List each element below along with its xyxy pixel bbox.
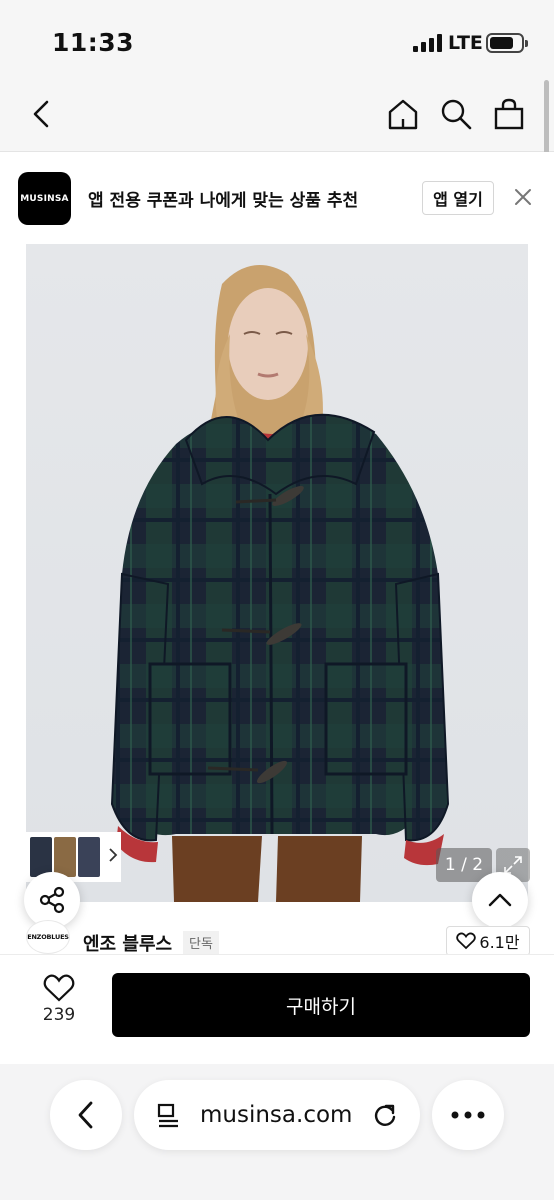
app-banner: MUSINSA 앱 전용 쿠폰과 나에게 맞는 상품 추천 앱 열기 <box>0 152 554 244</box>
thumbnail-3[interactable] <box>78 837 100 877</box>
brand-logo[interactable]: ENZOBLUES <box>26 920 70 954</box>
wish-count: 239 <box>42 1005 76 1025</box>
brand-row: ENZOBLUES 엔조 블루스 단독 6.1만 <box>0 914 554 956</box>
open-app-button[interactable]: 앱 열기 <box>422 181 494 215</box>
heart-icon <box>456 932 477 950</box>
status-time: 11:33 <box>52 28 135 57</box>
likes-count: 6.1만 <box>479 933 520 952</box>
heart-icon <box>43 974 75 1002</box>
search-icon[interactable] <box>436 94 476 134</box>
home-icon[interactable] <box>383 94 423 134</box>
product-image[interactable] <box>26 244 528 902</box>
thumbnail-2[interactable] <box>54 837 76 877</box>
page-menu-icon[interactable] <box>156 1102 182 1132</box>
url-text: musinsa.com <box>200 1102 353 1128</box>
chevron-up-icon <box>488 893 512 907</box>
wishlist-button[interactable]: 239 <box>30 973 88 1025</box>
chevron-left-icon <box>78 1101 93 1129</box>
exclusive-badge: 단독 <box>183 931 219 954</box>
more-button[interactable] <box>432 1080 504 1150</box>
more-icon <box>451 1111 485 1119</box>
browser-back-button[interactable] <box>50 1080 122 1150</box>
signal-icon <box>413 34 442 52</box>
musinsa-logo: MUSINSA <box>18 172 71 225</box>
close-icon[interactable] <box>512 186 534 212</box>
brand-name[interactable]: 엔조 블루스 <box>83 930 172 956</box>
back-icon[interactable] <box>22 94 62 134</box>
likes-button[interactable]: 6.1만 <box>446 926 530 956</box>
purchase-bar: 239 구매하기 <box>0 954 554 1064</box>
battery-icon <box>486 33 528 53</box>
product-section: 1 / 2 ENZOBLUES 엔조 블루스 단독 6.1만 <box>0 244 554 956</box>
network-label: LTE <box>448 32 483 54</box>
thumbnail-1[interactable] <box>30 837 52 877</box>
page: 11:33 LTE MUSINSA 앱 전용 쿠폰과 나에게 맞는 상품 추천 … <box>0 0 554 1200</box>
top-navigation <box>0 80 554 152</box>
browser-toolbar: musinsa.com <box>0 1064 554 1200</box>
share-icon <box>39 886 65 914</box>
app-banner-message: 앱 전용 쿠폰과 나에게 맞는 상품 추천 <box>88 191 359 211</box>
reload-icon[interactable] <box>372 1102 398 1132</box>
buy-button[interactable]: 구매하기 <box>112 973 530 1037</box>
chevron-right-icon[interactable] <box>108 847 118 867</box>
address-bar[interactable]: musinsa.com <box>134 1080 420 1150</box>
status-bar: 11:33 LTE <box>0 0 554 80</box>
bag-icon[interactable] <box>489 94 529 134</box>
